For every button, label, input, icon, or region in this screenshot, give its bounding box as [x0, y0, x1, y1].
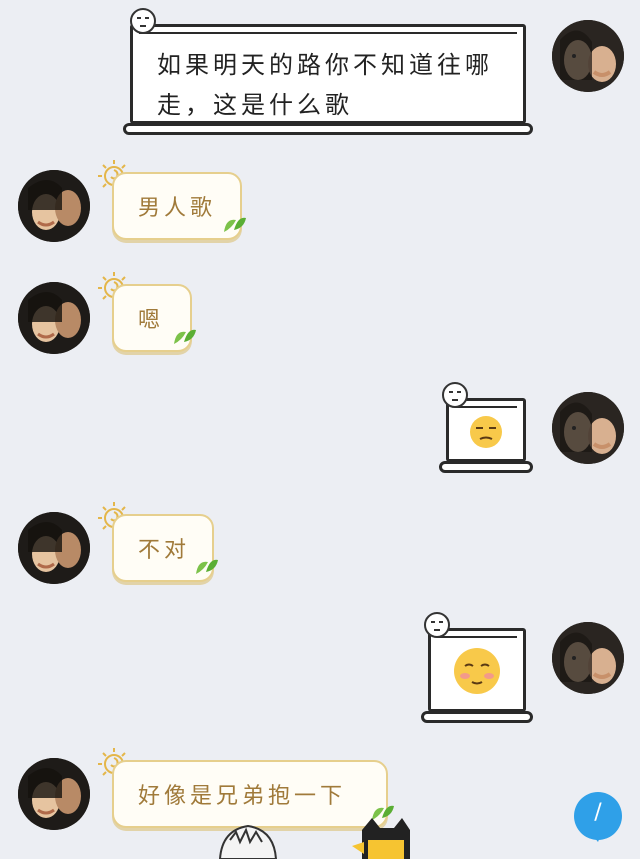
avatar-photo-icon: [552, 392, 624, 464]
my-avatar[interactable]: [552, 20, 624, 92]
reply-bubble-icon: /: [594, 800, 602, 825]
friend-avatar[interactable]: [18, 758, 90, 830]
message-text: 嗯: [138, 308, 165, 333]
leaf-sticker-icon: [174, 329, 196, 344]
sent-message-bubble[interactable]: 如果明天的路你不知道往哪 走，这是什么歌: [123, 24, 533, 135]
doodle-face-icon: [424, 612, 450, 638]
reply-bubble-button[interactable]: /: [574, 792, 622, 842]
doodle-face-icon: [130, 8, 156, 34]
avatar-photo-icon: [18, 512, 90, 584]
cartoon-character-cat-hat-icon: [352, 818, 410, 859]
message-text: 如果明天的路你不知道往哪 走，这是什么歌: [157, 51, 493, 119]
avatar-photo-icon: [18, 282, 90, 354]
avatar-photo-icon: [552, 20, 624, 92]
unamused-face-icon: [470, 416, 502, 448]
scroll-roll-decoration: [439, 461, 533, 473]
scroll-roll-decoration: [421, 711, 533, 723]
cartoon-character-white-hair-icon: [218, 824, 278, 859]
friend-avatar[interactable]: [18, 512, 90, 584]
message-text: 不对: [138, 538, 191, 563]
blushing-face-icon: [454, 648, 500, 694]
scroll-roll-decoration: [123, 123, 533, 135]
message-text: 男人歌: [138, 196, 217, 221]
message-text: 好像是兄弟抱一下: [138, 784, 347, 809]
leaf-sticker-icon: [224, 217, 246, 232]
friend-avatar[interactable]: [18, 170, 90, 242]
avatar-photo-icon: [18, 170, 90, 242]
avatar-photo-icon: [552, 622, 624, 694]
avatar-photo-icon: [18, 758, 90, 830]
leaf-sticker-icon: [196, 559, 218, 574]
my-avatar[interactable]: [552, 622, 624, 694]
my-avatar[interactable]: [552, 392, 624, 464]
doodle-face-icon: [442, 382, 468, 408]
friend-avatar[interactable]: [18, 282, 90, 354]
